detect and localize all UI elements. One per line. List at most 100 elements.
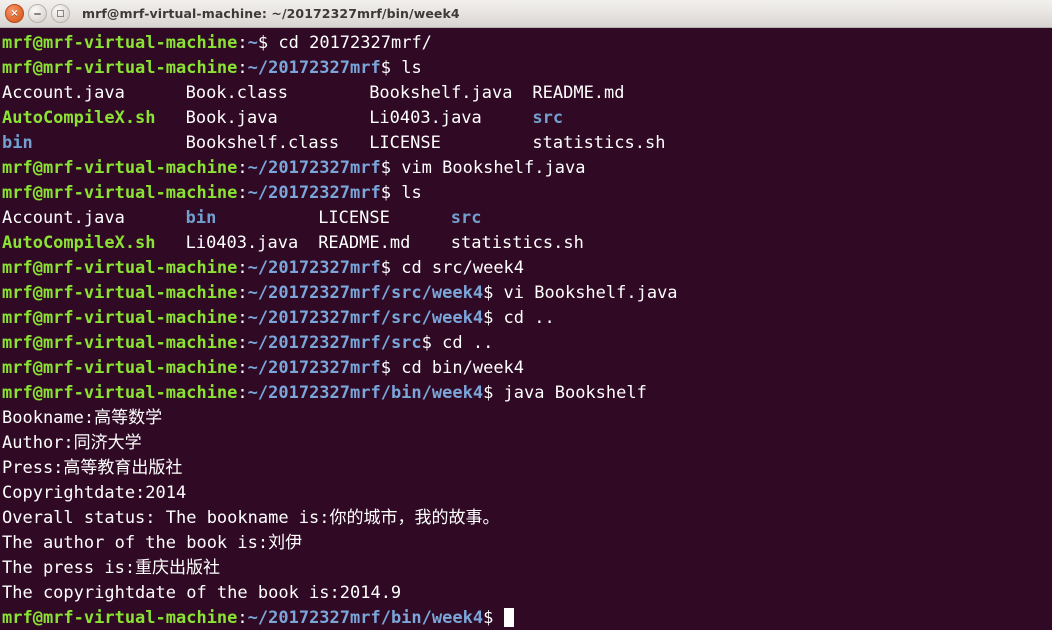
prompt-user-host: mrf@mrf-virtual-machine xyxy=(2,358,238,378)
prompt-user-host: mrf@mrf-virtual-machine xyxy=(2,258,238,278)
prompt-separator: : xyxy=(237,258,248,278)
ls-entry-dir: bin xyxy=(185,208,217,228)
ls-entry-dir: src xyxy=(450,208,482,228)
terminal-output-line: Bookname:高等数学 xyxy=(2,406,1052,431)
ls-entry-file: statistics.sh xyxy=(450,233,584,253)
prompt-separator: : xyxy=(237,383,248,403)
prompt-symbol: $ xyxy=(483,308,504,328)
terminal-command: cd 20172327mrf/ xyxy=(278,33,432,53)
terminal-prompt-line: mrf@mrf-virtual-machine:~/20172327mrf$ l… xyxy=(2,56,1052,81)
terminal-ls-row: bin Bookshelf.class LICENSE statistics.sh xyxy=(2,131,1052,156)
ls-entry-dir: src xyxy=(532,108,564,128)
ls-entry-file: statistics.sh xyxy=(532,133,666,153)
terminal-command: ls xyxy=(401,183,422,203)
prompt-user-host: mrf@mrf-virtual-machine xyxy=(2,283,238,303)
terminal-output-line: The press is:重庆出版社 xyxy=(2,556,1052,581)
prompt-user-host: mrf@mrf-virtual-machine xyxy=(2,383,238,403)
close-icon[interactable]: × xyxy=(5,4,24,23)
terminal-command: vi Bookshelf.java xyxy=(503,283,678,303)
prompt-user-host: mrf@mrf-virtual-machine xyxy=(2,33,238,53)
prompt-path: ~/20172327mrf xyxy=(247,183,381,203)
prompt-separator: : xyxy=(237,358,248,378)
minimize-icon[interactable] xyxy=(28,4,47,23)
terminal-prompt-line: mrf@mrf-virtual-machine:~/20172327mrf$ v… xyxy=(2,156,1052,181)
terminal-output-area[interactable]: mrf@mrf-virtual-machine:~$ cd 20172327mr… xyxy=(0,28,1052,630)
prompt-user-host: mrf@mrf-virtual-machine xyxy=(2,333,238,353)
prompt-user-host: mrf@mrf-virtual-machine xyxy=(2,308,238,328)
prompt-path: ~/20172327mrf xyxy=(247,358,381,378)
prompt-symbol: $ xyxy=(380,258,402,278)
terminal-prompt-line: mrf@mrf-virtual-machine:~/20172327mrf/sr… xyxy=(2,306,1052,331)
terminal-prompt-line: mrf@mrf-virtual-machine:~/20172327mrf$ c… xyxy=(2,256,1052,281)
terminal-command: ls xyxy=(401,58,422,78)
ls-entry-exec: AutoCompileX.sh xyxy=(2,233,156,253)
prompt-symbol: $ xyxy=(483,608,504,628)
close-glyph: × xyxy=(10,7,19,19)
ls-entry-file: Li0403.java xyxy=(369,108,482,128)
maximize-icon[interactable] xyxy=(51,4,70,23)
terminal-window: × mrf@mrf-virtual-machine: ~/20172327mrf… xyxy=(0,0,1052,630)
output-text: Author:同济大学 xyxy=(2,433,142,453)
ls-entry-dir: bin xyxy=(2,133,33,153)
terminal-prompt-line: mrf@mrf-virtual-machine:~/20172327mrf/bi… xyxy=(2,606,1052,630)
output-text: The press is:重庆出版社 xyxy=(2,558,221,578)
prompt-user-host: mrf@mrf-virtual-machine xyxy=(2,58,238,78)
terminal-prompt-line: mrf@mrf-virtual-machine:~/20172327mrf$ l… xyxy=(2,181,1052,206)
prompt-separator: : xyxy=(237,158,248,178)
prompt-symbol: $ xyxy=(380,183,402,203)
ls-entry-file: Bookshelf.class xyxy=(185,133,340,153)
terminal-ls-row: Account.java bin LICENSE src xyxy=(2,206,1052,231)
output-text: Bookname:高等数学 xyxy=(2,408,163,428)
ls-entry-exec: AutoCompileX.sh xyxy=(2,108,156,128)
maximize-glyph xyxy=(57,10,64,17)
output-text: Press:高等教育出版社 xyxy=(2,458,183,478)
prompt-symbol: $ xyxy=(421,333,443,353)
window-titlebar[interactable]: × mrf@mrf-virtual-machine: ~/20172327mrf… xyxy=(0,0,1052,28)
prompt-separator: : xyxy=(237,283,248,303)
prompt-separator: : xyxy=(237,33,248,53)
terminal-output-line: Copyrightdate:2014 xyxy=(2,481,1052,506)
ls-entry-file: Account.java xyxy=(2,83,125,103)
prompt-user-host: mrf@mrf-virtual-machine xyxy=(2,608,238,628)
window-title: mrf@mrf-virtual-machine: ~/20172327mrf/b… xyxy=(82,6,460,21)
prompt-path: ~/20172327mrf xyxy=(247,258,381,278)
prompt-symbol: $ xyxy=(483,383,504,403)
prompt-path: ~/20172327mrf xyxy=(247,158,381,178)
ls-entry-file: LICENSE xyxy=(318,208,390,228)
prompt-separator: : xyxy=(237,308,248,328)
prompt-user-host: mrf@mrf-virtual-machine xyxy=(2,158,238,178)
terminal-cursor xyxy=(503,608,514,627)
terminal-command: java Bookshelf xyxy=(503,383,647,403)
prompt-path: ~/20172327mrf/src/week4 xyxy=(247,283,484,303)
ls-entry-file: Account.java xyxy=(2,208,125,228)
prompt-separator: : xyxy=(237,333,248,353)
prompt-path: ~/20172327mrf/src xyxy=(247,333,422,353)
ls-entry-file: LICENSE xyxy=(369,133,441,153)
ls-entry-file: Bookshelf.java xyxy=(369,83,513,103)
terminal-prompt-line: mrf@mrf-virtual-machine:~$ cd 20172327mr… xyxy=(2,31,1052,56)
terminal-command: vim Bookshelf.java xyxy=(401,158,586,178)
prompt-symbol: $ xyxy=(380,158,402,178)
window-controls: × xyxy=(5,4,70,23)
output-text: The author of the book is:刘伊 xyxy=(2,533,303,553)
terminal-command: cd .. xyxy=(442,333,494,353)
terminal-prompt-line: mrf@mrf-virtual-machine:~/20172327mrf/sr… xyxy=(2,281,1052,306)
ls-entry-file: README.md xyxy=(532,83,625,103)
prompt-symbol: $ xyxy=(483,283,504,303)
terminal-prompt-line: mrf@mrf-virtual-machine:~/20172327mrf$ c… xyxy=(2,356,1052,381)
ls-entry-file: Book.class xyxy=(185,83,288,103)
terminal-ls-row: AutoCompileX.sh Book.java Li0403.java src xyxy=(2,106,1052,131)
prompt-path: ~ xyxy=(247,33,258,53)
prompt-user-host: mrf@mrf-virtual-machine xyxy=(2,183,238,203)
terminal-command: cd .. xyxy=(503,308,555,328)
output-text: Copyrightdate:2014 xyxy=(2,483,187,503)
terminal-ls-row: AutoCompileX.sh Li0403.java README.md stati… xyxy=(2,231,1052,256)
terminal-output-line: Overall status: The bookname is:你的城市，我的故… xyxy=(2,506,1052,531)
terminal-prompt-line: mrf@mrf-virtual-machine:~/20172327mrf/sr… xyxy=(2,331,1052,356)
prompt-separator: : xyxy=(237,183,248,203)
output-text: The copyrightdate of the book is:2014.9 xyxy=(2,583,402,603)
prompt-path: ~/20172327mrf/src/week4 xyxy=(247,308,484,328)
ls-entry-file: Li0403.java xyxy=(185,233,299,253)
prompt-path: ~/20172327mrf/bin/week4 xyxy=(247,383,484,403)
prompt-symbol: $ xyxy=(380,358,402,378)
